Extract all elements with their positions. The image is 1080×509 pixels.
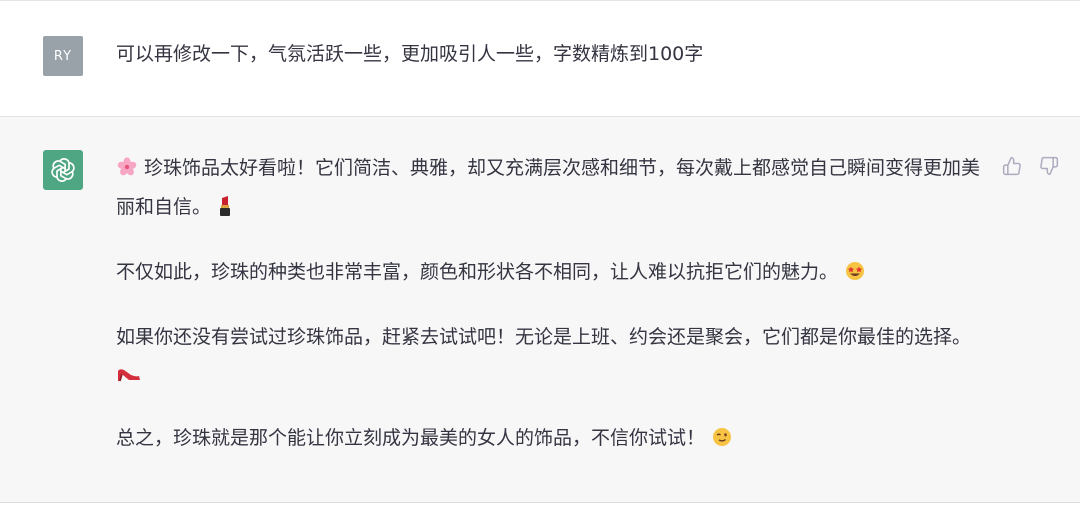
lipstick-emoji bbox=[218, 192, 232, 228]
cherry-blossom-emoji bbox=[117, 153, 137, 189]
paragraph-text: 不仅如此，珍珠的种类也非常丰富，颜色和形状各不相同，让人难以抗拒它们的魅力。 bbox=[116, 261, 839, 283]
user-avatar: RY bbox=[43, 36, 83, 76]
chat-page: RY 可以再修改一下，气氛活跃一些，更加吸引人一些，字数精炼到100字 珍珠饰品… bbox=[0, 0, 1080, 509]
thumbs-up-icon[interactable] bbox=[1000, 154, 1024, 178]
user-avatar-initials: RY bbox=[53, 48, 73, 64]
paragraph-text: 珍珠饰品太好看啦！它们简洁、典雅，却又充满层次感和细节，每次戴上都感觉自己瞬间变… bbox=[116, 157, 981, 218]
thumbs-down-icon[interactable] bbox=[1037, 154, 1061, 178]
assistant-paragraph: 珍珠饰品太好看啦！它们简洁、典雅，却又充满层次感和细节，每次戴上都感觉自己瞬间变… bbox=[116, 150, 986, 228]
assistant-paragraph: 总之，珍珠就是那个能让你立刻成为最美的女人的饰品，不信你试试！ bbox=[116, 420, 986, 459]
assistant-paragraph: 不仅如此，珍珠的种类也非常丰富，颜色和形状各不相同，让人难以抗拒它们的魅力。 bbox=[116, 254, 986, 293]
high-heel-emoji bbox=[117, 358, 141, 394]
assistant-message-row: 珍珠饰品太好看啦！它们简洁、典雅，却又充满层次感和细节，每次戴上都感觉自己瞬间变… bbox=[0, 117, 1080, 503]
assistant-message-body: 珍珠饰品太好看啦！它们简洁、典雅，却又充满层次感和细节，每次戴上都感觉自己瞬间变… bbox=[116, 150, 986, 459]
openai-logo-icon bbox=[43, 150, 83, 190]
winking-face-emoji bbox=[712, 423, 732, 459]
paragraph-text: 如果你还没有尝试过珍珠饰品，赶紧去试试吧！无论是上班、约会还是聚会，它们都是你最… bbox=[116, 326, 972, 348]
user-message-text: 可以再修改一下，气氛活跃一些，更加吸引人一些，字数精炼到100字 bbox=[116, 43, 704, 65]
star-struck-emoji bbox=[845, 257, 865, 293]
bottom-strip bbox=[0, 503, 1080, 509]
assistant-paragraph: 如果你还没有尝试过珍珠饰品，赶紧去试试吧！无论是上班、约会还是聚会，它们都是你最… bbox=[116, 319, 986, 394]
paragraph-text: 总之，珍珠就是那个能让你立刻成为最美的女人的饰品，不信你试试！ bbox=[116, 427, 706, 449]
user-message-row: RY 可以再修改一下，气氛活跃一些，更加吸引人一些，字数精炼到100字 bbox=[0, 1, 1080, 117]
